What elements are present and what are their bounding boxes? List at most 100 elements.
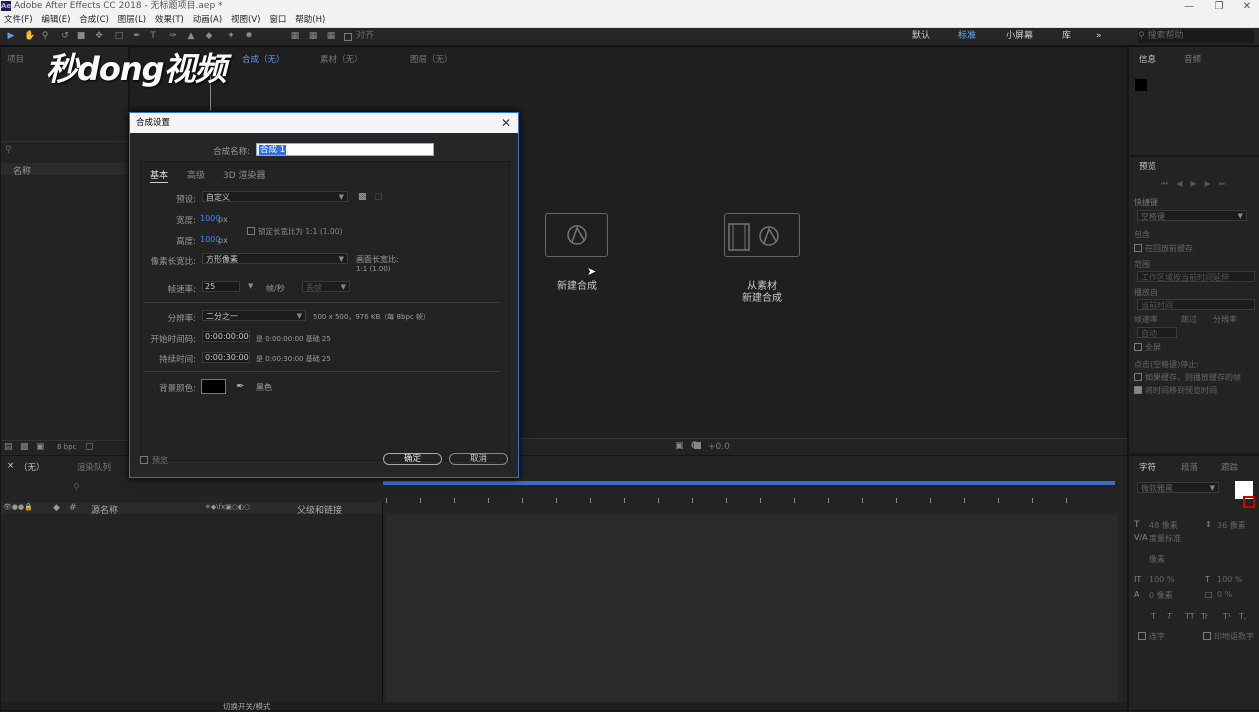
rotate-tool-icon[interactable]: ↺ [60, 31, 70, 41]
play-from-select[interactable]: 当前时间 [1137, 299, 1255, 310]
font-select[interactable]: 微软雅黑 ▼ [1137, 482, 1219, 493]
toggle-switches-label[interactable]: 切换开关/模式 [223, 701, 271, 712]
composition-tab[interactable]: 合成（无） [242, 53, 285, 65]
layer-switches-icon[interactable]: ✳◆\fx▣○◐○ [205, 503, 250, 511]
preview-checkbox[interactable] [140, 456, 148, 464]
save-preset-icon[interactable]: ▩ [358, 192, 367, 202]
project-tab[interactable]: 项目 [7, 53, 24, 65]
bg-color-swatch[interactable] [201, 379, 226, 394]
snap-checkbox[interactable] [344, 33, 352, 41]
work-area-bar[interactable] [383, 481, 1115, 485]
duration-input[interactable]: 0:00:30:00 [202, 352, 250, 363]
framerate-dropdown-icon[interactable]: ▼ [248, 282, 253, 290]
number-icon[interactable]: # [69, 503, 77, 513]
pan-behind-tool-icon[interactable]: ✥ [94, 31, 104, 41]
from-footage-label-2[interactable]: 新建合成 [724, 289, 800, 304]
menu-view[interactable]: 视图(V) [229, 13, 262, 27]
hand-tool-icon[interactable]: ✋ [24, 31, 35, 41]
eyedropper-icon[interactable]: ✒ [236, 381, 244, 392]
axis-world-icon[interactable]: ▦ [308, 31, 318, 41]
ok-button[interactable]: 确定 [383, 453, 442, 465]
selection-tool-icon[interactable]: ▶ [6, 31, 16, 41]
timeline-search-icon[interactable]: ⚲ [73, 483, 80, 493]
layer-tab[interactable]: 图层（无） [410, 53, 453, 65]
new-folder-icon[interactable]: ▩ [20, 442, 29, 452]
av-switches-icon[interactable]: 👁●●🔒 [3, 503, 33, 511]
restore-icon[interactable]: ❐ [1204, 0, 1234, 13]
framerate-input[interactable]: 25 [202, 281, 240, 292]
kerning-value[interactable]: 度量标准 [1149, 533, 1181, 544]
workspace-small-screen[interactable]: 小屏幕 [1006, 28, 1033, 45]
project-search-icon[interactable]: ⚲ [5, 145, 12, 155]
name-column-header[interactable]: 名称 [13, 164, 31, 177]
close-icon[interactable]: ✕ [498, 114, 514, 132]
resolution-select[interactable]: 二分之一 ▼ [202, 310, 306, 321]
eraser-tool-icon[interactable]: ◆ [204, 31, 214, 41]
paragraph-tab[interactable]: 段落 [1181, 461, 1198, 473]
tab-basic[interactable]: 基本 [150, 168, 169, 183]
new-comp-icon[interactable]: ▣ [36, 442, 45, 452]
faux-bold-button[interactable]: T [1151, 612, 1156, 621]
clone-stamp-tool-icon[interactable]: ▲ [186, 31, 196, 41]
camera-snapshot-icon[interactable]: ▣ [675, 441, 684, 451]
drop-frame-select[interactable]: 丢帧 ▼ [302, 281, 350, 292]
shortcut-select[interactable]: 空格键 ▼ [1137, 210, 1247, 221]
timeline-tab[interactable]: （无） [19, 461, 45, 473]
delete-icon[interactable]: ▢ [85, 442, 94, 452]
brush-tool-icon[interactable]: ✑ [168, 31, 178, 41]
tab-advanced[interactable]: 高级 [187, 168, 205, 181]
comp-name-input[interactable]: 合成 1 [256, 143, 434, 156]
fullscreen-checkbox[interactable] [1134, 343, 1142, 351]
menu-edit[interactable]: 编辑(E) [39, 13, 72, 27]
menu-composition[interactable]: 合成(C) [77, 13, 111, 27]
baseline-value[interactable]: 0 像素 [1149, 590, 1173, 601]
hindi-digits-checkbox[interactable] [1203, 632, 1211, 640]
menu-animation[interactable]: 动画(A) [191, 13, 224, 27]
pen-tool-icon[interactable]: ✒ [132, 31, 142, 41]
lock-aspect-checkbox[interactable] [247, 227, 255, 235]
parent-header[interactable]: 父级和链接 [297, 503, 342, 516]
label-icon[interactable]: ◆ [53, 503, 60, 513]
vertical-scale-value[interactable]: 100 % [1149, 575, 1174, 584]
bpc-label[interactable]: 8 bpc [57, 443, 76, 451]
interpret-footage-icon[interactable]: ▤ [4, 442, 13, 452]
faux-italic-button[interactable]: T [1167, 612, 1172, 621]
new-composition-label[interactable]: 新建合成 [548, 277, 606, 292]
superscript-button[interactable]: T¹ [1223, 612, 1231, 621]
menu-help[interactable]: 帮助(H) [293, 13, 327, 27]
workspace-standard[interactable]: 标准 [958, 28, 976, 45]
timeline-close-icon[interactable]: × [7, 461, 14, 471]
audio-tab[interactable]: 音频 [1184, 53, 1201, 65]
help-search-input[interactable]: ⚲ 搜索帮助 [1138, 30, 1254, 43]
tracker-tab[interactable]: 跟踪 [1221, 461, 1238, 473]
playback-controls-icon[interactable]: ⏮◀▶▶⏭ [1161, 179, 1234, 189]
info-tab[interactable]: 信息 [1139, 53, 1156, 65]
subscript-button[interactable]: T, [1239, 612, 1246, 621]
render-queue-tab[interactable]: 渲染队列 [77, 461, 111, 473]
menu-window[interactable]: 窗口 [267, 13, 288, 27]
all-caps-button[interactable]: TT [1185, 612, 1195, 621]
text-tool-icon[interactable]: T [148, 31, 158, 41]
character-tab[interactable]: 字符 [1139, 461, 1156, 473]
puppet-tool-icon[interactable]: ✸ [244, 31, 254, 41]
start-timecode-input[interactable]: 0:00:00:00 [202, 331, 250, 342]
exposure-icon[interactable]: ✪ [691, 441, 699, 451]
menu-file[interactable]: 文件(F) [2, 13, 35, 27]
axis-view-icon[interactable]: ▦ [326, 31, 336, 41]
stroke-unit-value[interactable]: 像素 [1149, 554, 1165, 565]
ligature-checkbox[interactable] [1138, 632, 1146, 640]
tab-3d-renderer[interactable]: 3D 渲染器 [223, 168, 266, 181]
preset-select[interactable]: 自定义 ▼ [202, 191, 348, 202]
new-comp-from-footage-icon[interactable] [724, 213, 800, 257]
close-window-icon[interactable]: ✕ [1232, 0, 1259, 13]
workspace-library[interactable]: 库 [1062, 28, 1071, 45]
minimize-icon[interactable]: — [1174, 0, 1204, 13]
zoom-tool-icon[interactable]: ⚲ [40, 31, 50, 41]
pixel-aspect-select[interactable]: 方形像素 ▼ [202, 253, 348, 264]
menu-effect[interactable]: 效果(T) [153, 13, 186, 27]
tsume-value[interactable]: 0 % [1217, 590, 1232, 599]
footage-tab[interactable]: 素材（无） [320, 53, 363, 65]
delete-preset-icon[interactable]: ▢ [374, 192, 383, 202]
cancel-button[interactable]: 取消 [449, 453, 508, 465]
exposure-value[interactable]: +0.0 [708, 442, 730, 452]
